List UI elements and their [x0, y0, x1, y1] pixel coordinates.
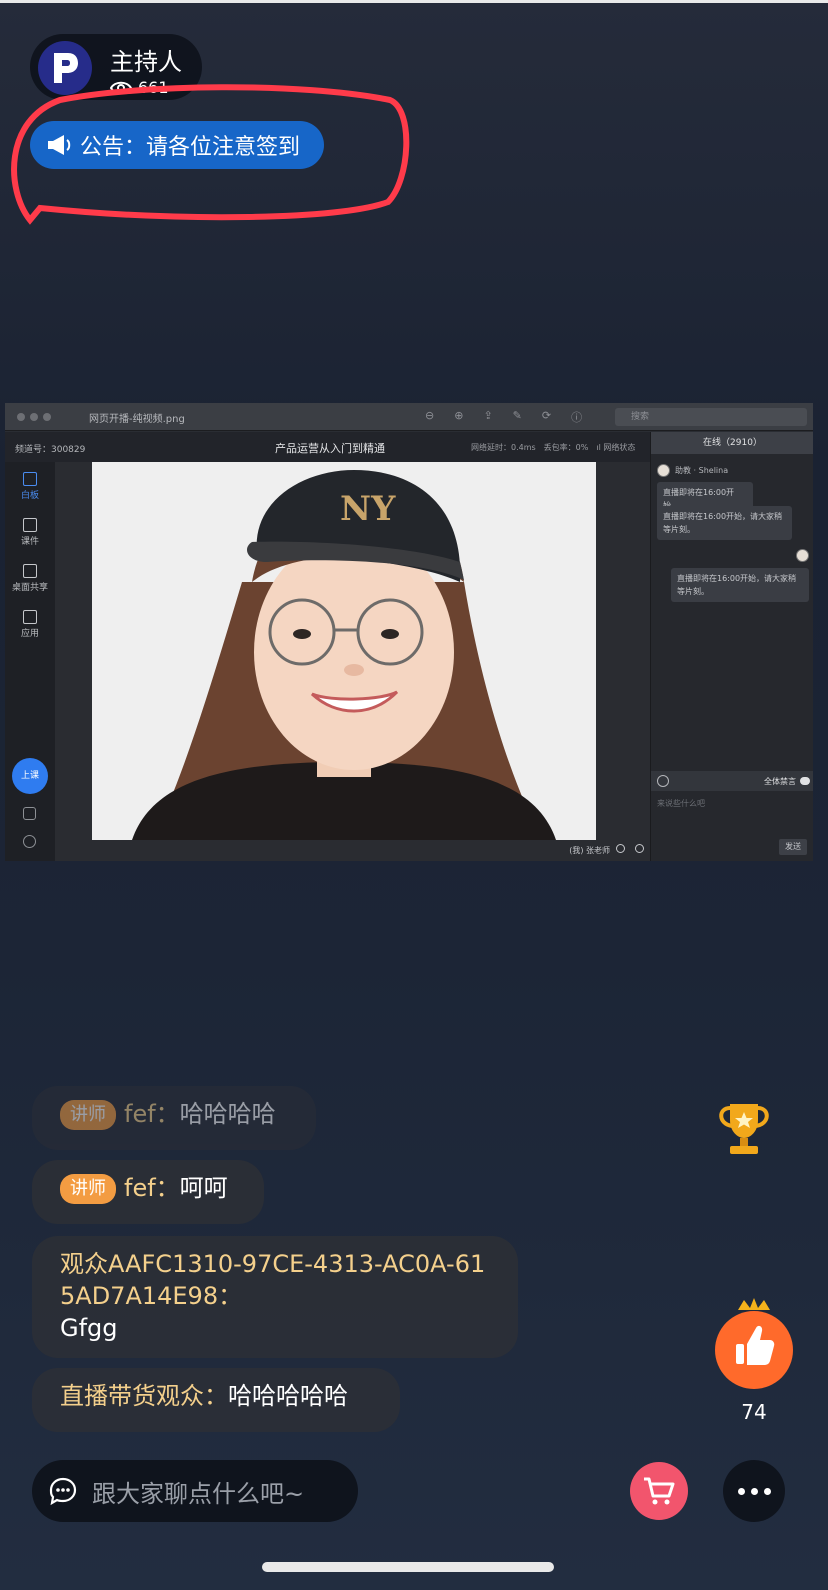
- mute-all-toggle[interactable]: [800, 777, 810, 785]
- zoom-in-icon[interactable]: ⊕: [454, 409, 463, 425]
- emoji-icon[interactable]: [657, 775, 669, 787]
- sidebar-item-courseware[interactable]: 课件: [5, 518, 55, 547]
- screen-share-view[interactable]: 网页开播-纯视频.png ⊖ ⊕ ⇪ ✎ ⟳ ⓘ 搜索 频道号：300829 产…: [5, 403, 813, 861]
- courseware-icon: [23, 518, 37, 532]
- markup-icon[interactable]: ✎: [513, 409, 522, 425]
- share-icon[interactable]: ⇪: [483, 409, 492, 425]
- presenter-photo: NY: [92, 462, 596, 840]
- chat-toolbar: 全体禁言: [651, 771, 813, 791]
- channel-number: 频道号：300829: [15, 445, 86, 455]
- settings-icon[interactable]: [23, 835, 36, 848]
- view-count: 661: [110, 78, 169, 97]
- more-button[interactable]: [723, 1460, 785, 1522]
- file-name: 网页开播-纯视频.png: [89, 414, 185, 425]
- thumbs-up-icon[interactable]: [714, 1298, 794, 1390]
- course-title: 产品运营从入门到精通: [275, 442, 385, 455]
- network-stats: 网络延时：0.4ms 丢包率：0% ıl 网络状态: [471, 443, 636, 452]
- viewer-tools[interactable]: ⊖ ⊕ ⇪ ✎ ⟳ ⓘ: [425, 409, 582, 425]
- class-infobar: 频道号：300829 产品运营从入门到精通 网络延时：0.4ms 丢包率：0% …: [5, 432, 650, 462]
- viewer-search[interactable]: 搜索: [615, 408, 807, 426]
- chat-text: 哈哈哈哈: [179, 1100, 276, 1128]
- sidebar-item-desktop-share[interactable]: 桌面共享: [5, 564, 55, 593]
- lecturer-tag: 讲师: [60, 1174, 116, 1204]
- lecturer-tag: 讲师: [60, 1100, 116, 1130]
- online-count[interactable]: 在线（2910）: [651, 432, 813, 454]
- assistant-avatar: [657, 464, 670, 477]
- info-icon[interactable]: ⓘ: [571, 409, 582, 425]
- rotate-icon[interactable]: ⟳: [542, 409, 551, 425]
- chat-text: 哈哈哈哈哈: [228, 1382, 348, 1410]
- chat-username: 直播带货观众：: [60, 1382, 228, 1410]
- megaphone-icon: [48, 135, 71, 155]
- zoom-out-icon[interactable]: ⊖: [425, 409, 434, 425]
- mic-icon[interactable]: [635, 844, 644, 853]
- apps-grid-icon: [23, 610, 37, 624]
- chat-input-placeholder: 跟大家聊点什么吧~: [92, 1479, 305, 1508]
- viewer-titlebar: 网页开播-纯视频.png ⊖ ⊕ ⇪ ✎ ⟳ ⓘ 搜索: [5, 403, 813, 431]
- desktop-share-icon: [23, 564, 37, 578]
- sidebar-item-apps[interactable]: 应用: [5, 610, 55, 639]
- chat-message: 直播即将在16:00开始，请大家稍等片刻。: [671, 568, 809, 602]
- chat-bubble-icon: [49, 1477, 77, 1506]
- whiteboard-icon: [23, 472, 37, 486]
- chat-text: Gfgg: [60, 1314, 118, 1342]
- live-chat-message: 讲师 fef：呵呵: [32, 1160, 264, 1224]
- brand-p-logo-icon: [38, 41, 92, 95]
- live-chat-message: 讲师 fef：哈哈哈哈: [32, 1086, 316, 1150]
- stage-footer: (我) 张老师: [55, 840, 650, 861]
- like-count: 74: [741, 1400, 767, 1424]
- sidebar-item-whiteboard[interactable]: 白板: [5, 472, 55, 501]
- self-avatar: [796, 549, 809, 562]
- mute-all-label: 全体禁言: [764, 777, 796, 786]
- chat-input[interactable]: 跟大家聊点什么吧~: [32, 1460, 358, 1522]
- shopping-cart-button[interactable]: [630, 1462, 688, 1520]
- eye-icon: [110, 81, 132, 94]
- chat-username: 观众AAFC1310-97CE-4313-AC0A-615AD7A14E98：: [60, 1250, 486, 1310]
- live-chat-message: 直播带货观众：哈哈哈哈哈: [32, 1368, 400, 1432]
- window-controls[interactable]: [17, 413, 51, 421]
- chat-username: fef：: [124, 1100, 180, 1128]
- send-button[interactable]: 发送: [779, 839, 807, 855]
- shopping-cart-icon: [644, 1477, 675, 1505]
- start-class-button[interactable]: 上课: [12, 758, 48, 794]
- host-info[interactable]: 主持人 661: [30, 34, 202, 100]
- camera-icon[interactable]: [616, 844, 625, 853]
- class-chat-panel: 在线（2910） 助教 · Shelina 直播即将在16:00开始。 直播即将…: [650, 432, 813, 861]
- announcement-text: 公告：请各位注意签到: [80, 135, 301, 160]
- host-name: 主持人: [110, 48, 182, 76]
- chat-message: 直播即将在16:00开始，请大家稍等片刻。: [657, 506, 792, 540]
- view-count-value: 661: [138, 78, 169, 97]
- more-dots-icon: [737, 1487, 745, 1495]
- top-edge: [0, 0, 828, 3]
- trophy-icon[interactable]: [714, 1100, 774, 1158]
- live-chat-message: 观众AAFC1310-97CE-4313-AC0A-615AD7A14E98： …: [32, 1236, 518, 1358]
- chat-text: 呵呵: [179, 1174, 228, 1202]
- teacher-label: (我) 张老师: [569, 846, 610, 855]
- expand-icon[interactable]: [23, 807, 36, 820]
- announcement-banner[interactable]: 公告：请各位注意签到: [30, 121, 324, 169]
- class-chat-input[interactable]: 来说些什么吧: [657, 798, 705, 809]
- video-stage: NY: [55, 462, 650, 840]
- home-indicator[interactable]: [262, 1562, 554, 1572]
- tool-sidebar: 白板 课件 桌面共享 应用 上课: [5, 462, 55, 861]
- chat-username: fef：: [124, 1174, 180, 1202]
- svg-text:NY: NY: [340, 489, 396, 529]
- assistant-header: 助教 · Shelina: [657, 464, 728, 477]
